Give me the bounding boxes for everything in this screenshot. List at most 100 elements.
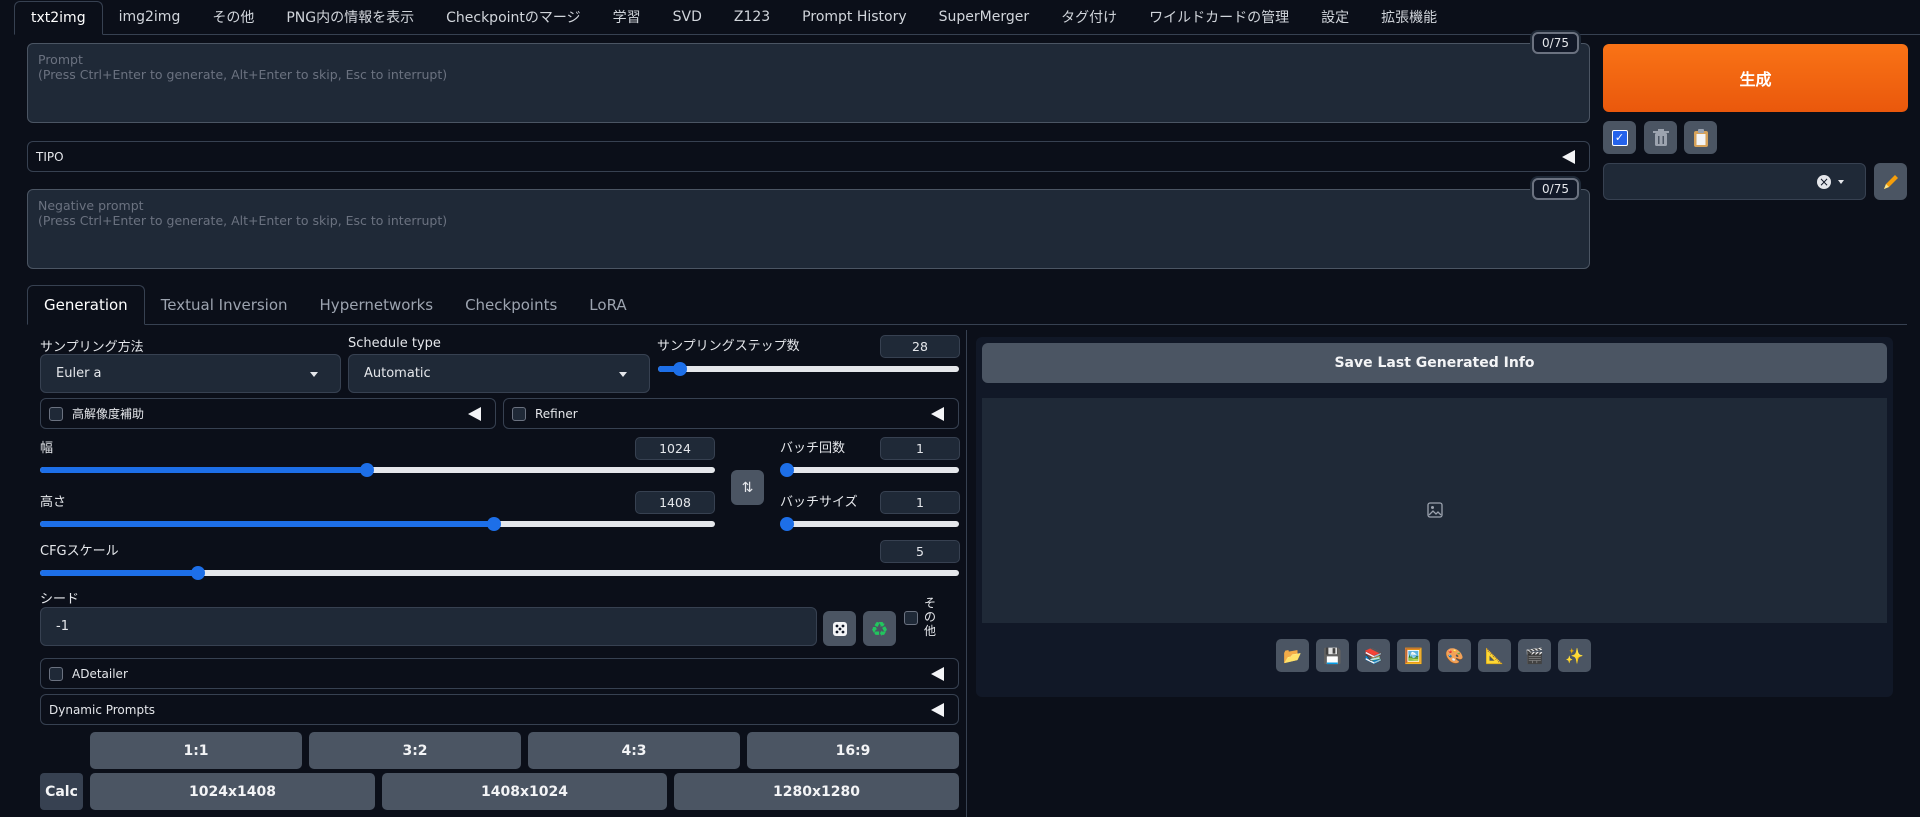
output-image-area [982,398,1887,623]
ratio-16-9-button[interactable]: 16:9 [747,732,959,769]
negative-prompt-input[interactable]: Negative prompt (Press Ctrl+Enter to gen… [27,178,1590,269]
books-icon: 📚 [1364,646,1383,665]
clipboard-icon [1693,128,1708,147]
tab-lora[interactable]: LoRA [573,285,642,325]
dynamic-prompts-accordion[interactable]: Dynamic Prompts [40,694,959,725]
dice-icon [832,621,847,636]
tab-extras[interactable]: その他 [196,0,270,34]
tab-checkpoint-merger[interactable]: Checkpointのマージ [430,0,597,34]
swap-dimensions-button[interactable]: ⇅ [731,470,764,505]
palette-icon: 🎨 [1445,646,1464,665]
hires-fix-accordion[interactable]: 高解像度補助 [40,398,496,429]
reuse-seed-button[interactable]: ♻ [863,611,896,646]
seed-input[interactable]: -1 [40,607,817,646]
sparkles-icon: ✨ [1565,646,1584,665]
seed-extra-label: その他 [924,596,937,638]
recycle-icon: ♻ [870,616,889,641]
refiner-label: Refiner [535,406,578,421]
batch-size-slider[interactable] [780,517,959,531]
height-slider[interactable] [40,517,715,531]
style-select[interactable]: × [1603,163,1866,200]
refiner-accordion[interactable]: Refiner [503,398,959,429]
sampling-steps-input[interactable]: 28 [880,335,960,358]
resolution-1024x1408-button[interactable]: 1024x1408 [90,773,375,810]
tab-hypernetworks[interactable]: Hypernetworks [304,285,450,325]
zip-button[interactable]: 📚 [1357,639,1390,672]
dropdown-caret-icon [619,371,627,377]
resolution-1280x1280-button[interactable]: 1280x1280 [674,773,959,810]
cfg-scale-slider[interactable] [40,566,959,580]
tab-wildcards[interactable]: ワイルドカードの管理 [1133,0,1305,34]
hires-fix-checkbox[interactable] [49,406,63,421]
tab-supermerger[interactable]: SuperMerger [923,0,1045,34]
floppy-disk-icon: 💾 [1323,646,1342,665]
tab-img2img[interactable]: img2img [103,0,197,34]
cfg-scale-label: CFGスケール [40,544,119,559]
random-seed-button[interactable] [823,611,856,646]
negative-token-counter: 0/75 [1532,178,1579,200]
dropdown-caret-icon [310,371,318,377]
send-to-video-button[interactable]: 🎬 [1518,639,1551,672]
batch-size-label: バッチサイズ [780,495,858,510]
adetailer-accordion[interactable]: ADetailer [40,658,959,689]
width-input[interactable]: 1024 [635,437,715,460]
tab-checkpoints[interactable]: Checkpoints [449,285,573,325]
adetailer-checkbox[interactable] [49,666,63,681]
height-input[interactable]: 1408 [635,491,715,514]
tab-z123[interactable]: Z123 [718,0,786,34]
upscale-button[interactable]: ✨ [1558,639,1591,672]
schedule-type-dropdown[interactable]: Automatic [348,354,650,393]
send-to-inpaint-button[interactable]: 🎨 [1438,639,1471,672]
open-folder-button[interactable]: 📂 [1276,639,1309,672]
batch-count-label: バッチ回数 [780,441,846,456]
height-label: 高さ [40,495,67,510]
tab-png-info[interactable]: PNG内の情報を表示 [270,0,430,34]
tab-txt2img[interactable]: txt2img [14,1,103,35]
tab-generation[interactable]: Generation [27,285,145,325]
tab-tagger[interactable]: タグ付け [1045,0,1133,34]
tab-train[interactable]: 学習 [597,0,657,34]
ratio-4-3-button[interactable]: 4:3 [528,732,740,769]
sampling-method-dropdown[interactable]: Euler a [40,354,341,393]
batch-count-input[interactable]: 1 [880,437,960,460]
resolution-1408x1024-button[interactable]: 1408x1024 [382,773,667,810]
tipo-label: TIPO [36,149,64,164]
ratio-1-1-button[interactable]: 1:1 [90,732,302,769]
seed-extra-checkbox[interactable] [904,611,918,625]
tab-extensions[interactable]: 拡張機能 [1365,0,1453,34]
width-slider[interactable] [40,463,715,477]
calc-button[interactable]: Calc [40,773,83,810]
negative-prompt-placeholder: Negative prompt (Press Ctrl+Enter to gen… [38,198,448,228]
sub-tab-bar: Generation Textual Inversion Hypernetwor… [27,285,1907,325]
save-button[interactable]: 💾 [1316,639,1349,672]
refiner-checkbox[interactable] [512,406,526,421]
edit-styles-button[interactable] [1874,163,1907,200]
batch-count-slider[interactable] [780,463,959,477]
sampling-steps-slider[interactable] [658,362,959,376]
paste-button[interactable] [1684,121,1717,154]
prompt-input[interactable]: Prompt (Press Ctrl+Enter to generate, Al… [27,32,1590,123]
tipo-accordion[interactable]: TIPO [27,141,1590,172]
trash-icon [1652,128,1669,146]
pencil-icon [1883,174,1898,189]
trash-button[interactable] [1644,121,1677,154]
tab-textual-inversion[interactable]: Textual Inversion [145,285,304,325]
sampling-method-label: サンプリング方法 [40,340,144,355]
ratio-3-2-button[interactable]: 3:2 [309,732,521,769]
tab-settings[interactable]: 設定 [1305,0,1365,34]
send-to-img2img-button[interactable]: 🖼️ [1397,639,1430,672]
image-placeholder-icon [1427,502,1443,518]
tab-svd[interactable]: SVD [657,0,718,34]
clear-icon[interactable]: × [1817,175,1831,189]
save-last-generated-info-button[interactable]: Save Last Generated Info [982,343,1887,383]
prompt-placeholder: Prompt (Press Ctrl+Enter to generate, Al… [38,52,448,82]
seed-value: -1 [56,619,69,634]
tab-prompt-history[interactable]: Prompt History [786,0,922,34]
seed-label: シード [40,592,80,607]
checkbox-checked-icon: ✓ [1611,129,1628,146]
generate-button[interactable]: 生成 [1603,44,1908,112]
batch-size-input[interactable]: 1 [880,491,960,514]
send-to-extras-button[interactable]: 📐 [1478,639,1511,672]
toggle-checkbox-button[interactable]: ✓ [1603,121,1636,154]
cfg-scale-input[interactable]: 5 [880,540,960,563]
